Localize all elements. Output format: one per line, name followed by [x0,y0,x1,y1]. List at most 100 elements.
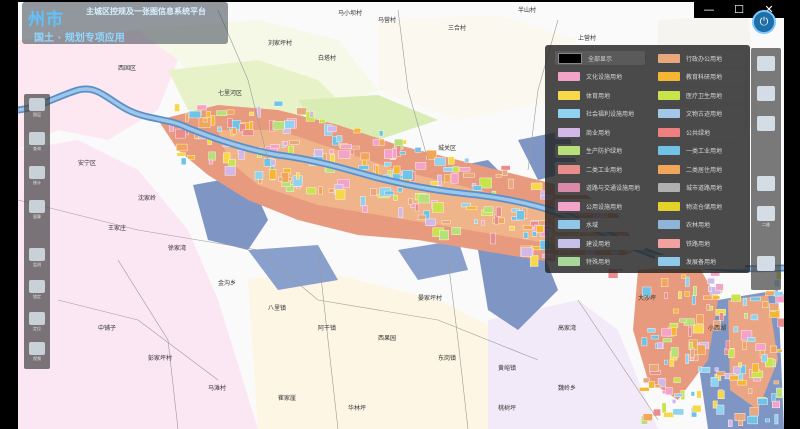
land-parcel[interactable] [672,408,684,416]
land-parcel[interactable] [648,380,655,389]
land-parcel[interactable] [490,232,496,245]
land-parcel[interactable] [773,291,784,297]
land-parcel[interactable] [662,338,672,343]
land-parcel[interactable] [216,110,228,116]
land-parcel[interactable] [417,193,430,204]
land-parcel[interactable] [397,187,403,193]
land-parcel[interactable] [703,295,713,300]
land-parcel[interactable] [530,182,543,191]
land-parcel[interactable] [338,150,351,159]
land-parcel[interactable] [516,210,525,221]
land-parcel[interactable] [696,344,706,355]
land-parcel[interactable] [474,219,478,225]
land-parcel[interactable] [708,285,713,292]
right-tool-globe[interactable] [755,256,777,271]
land-parcel[interactable] [340,144,352,150]
legend-item[interactable]: 二类工业用地 [555,162,645,176]
land-parcel[interactable] [665,387,673,396]
land-parcel[interactable] [643,377,650,384]
land-parcel[interactable] [522,224,533,230]
land-parcel[interactable] [716,404,725,415]
land-parcel[interactable] [762,301,769,308]
legend-item[interactable]: 铁路用地 [655,236,745,250]
land-parcel[interactable] [370,188,377,196]
land-parcel[interactable] [695,314,704,324]
land-parcel[interactable] [258,178,263,184]
land-parcel[interactable] [696,390,702,399]
land-parcel[interactable] [306,187,317,195]
land-parcel[interactable] [463,172,475,178]
land-parcel[interactable] [399,151,406,155]
land-parcel[interactable] [415,162,427,170]
land-parcel[interactable] [769,303,780,311]
land-parcel[interactable] [529,255,539,267]
land-parcel[interactable] [226,109,235,115]
land-parcel[interactable] [450,173,459,184]
left-tool-location[interactable]: 定位 [27,312,47,332]
land-parcel[interactable] [730,294,741,302]
land-parcel[interactable] [296,107,307,116]
land-parcel[interactable] [689,341,694,350]
left-tool-statistics[interactable]: 统计 [27,166,47,186]
land-parcel[interactable] [309,111,314,118]
land-parcel[interactable] [641,337,648,347]
land-parcel[interactable] [398,207,404,219]
land-parcel[interactable] [464,157,470,163]
land-parcel[interactable] [392,147,397,159]
land-parcel[interactable] [432,202,444,213]
land-parcel[interactable] [674,393,683,397]
land-parcel[interactable] [712,295,720,300]
land-parcel[interactable] [273,101,283,107]
land-parcel[interactable] [727,419,733,427]
land-parcel[interactable] [750,314,759,321]
legend-item[interactable]: 一类工业用地 [655,143,745,158]
land-parcel[interactable] [661,402,667,413]
land-parcel[interactable] [717,390,725,399]
land-parcel[interactable] [448,156,455,165]
land-parcel[interactable] [328,188,335,193]
land-parcel[interactable] [278,176,283,182]
land-parcel[interactable] [269,144,280,149]
land-parcel[interactable] [481,220,485,226]
left-tool-query[interactable]: 查询 [27,132,47,152]
land-parcel[interactable] [744,313,748,319]
land-parcel[interactable] [452,166,460,173]
land-parcel[interactable] [415,203,420,212]
land-parcel[interactable] [733,326,739,333]
legend-item[interactable]: 文物古迹用地 [655,106,745,121]
legend-item[interactable]: 农林用地 [655,217,745,232]
land-parcel[interactable] [393,195,398,201]
land-parcel[interactable] [358,164,369,170]
land-parcel[interactable] [268,169,277,180]
land-parcel[interactable] [188,110,201,119]
land-parcel[interactable] [336,135,343,143]
land-parcel[interactable] [176,152,186,157]
land-parcel[interactable] [430,181,439,186]
land-parcel[interactable] [663,412,674,418]
land-parcel[interactable] [314,149,324,157]
land-parcel[interactable] [408,198,413,205]
land-parcel[interactable] [750,296,761,302]
land-parcel[interactable] [350,145,360,150]
land-parcel[interactable] [684,291,690,297]
legend-item[interactable]: 体育用地 [555,88,645,102]
legend-item[interactable]: 教育科研用地 [655,69,745,84]
left-tool-measure[interactable]: 量算 [27,200,47,220]
land-parcel[interactable] [749,406,759,416]
legend-item[interactable]: 城市道路用地 [655,180,745,195]
module-name[interactable]: 国土 · 规划专项应用 [34,29,125,44]
legend-item[interactable]: 二类居住用地 [655,162,745,176]
land-parcel[interactable] [318,186,323,195]
land-parcel[interactable] [208,159,214,165]
land-parcel[interactable] [773,380,779,385]
legend-item[interactable]: 道路与交通设施用地 [555,180,645,195]
land-parcel[interactable] [536,225,544,233]
land-parcel[interactable] [384,161,392,167]
land-parcel[interactable] [238,149,245,160]
land-parcel[interactable] [231,127,237,135]
land-parcel[interactable] [360,196,366,207]
land-parcel[interactable] [761,354,768,363]
land-parcel[interactable] [660,278,669,287]
land-parcel[interactable] [765,418,770,423]
land-parcel[interactable] [185,113,189,122]
